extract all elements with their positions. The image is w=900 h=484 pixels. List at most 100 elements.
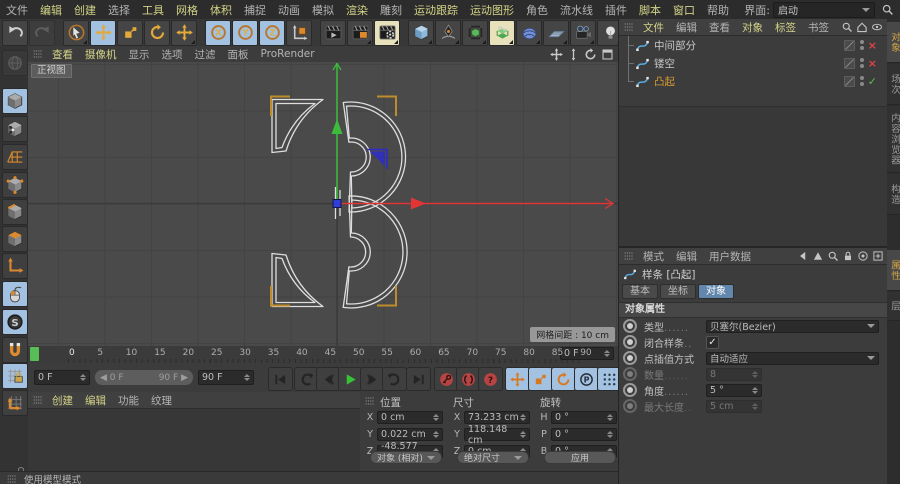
material-list-area[interactable] (28, 409, 360, 471)
animate-radio-icon[interactable] (623, 351, 637, 365)
spinner-arrows-icon[interactable] (520, 414, 526, 421)
animate-radio-icon[interactable] (623, 319, 637, 333)
add-generator-button[interactable] (462, 20, 488, 46)
menu-item-体积[interactable]: 体积 (204, 2, 238, 18)
timeline-ruler[interactable]: 0 F 051015202530354045505560657075808590 (28, 346, 618, 364)
material-menu-功能[interactable]: 功能 (112, 393, 145, 408)
menu-item-动画[interactable]: 动画 (272, 2, 306, 18)
lock-z-axis-button[interactable]: Z (259, 20, 285, 46)
add-box-icon[interactable] (872, 250, 884, 262)
home-icon[interactable] (856, 21, 868, 33)
panel-tab-属性[interactable]: 属性 (887, 250, 900, 291)
object-menu-对象[interactable]: 对象 (736, 20, 769, 35)
coords-field-位置-Y[interactable]: 0.022 cm (377, 428, 443, 441)
object-menu-标签[interactable]: 标签 (769, 20, 802, 35)
viewport-menu-过滤[interactable]: 过滤 (189, 47, 222, 62)
coords-mode-select-位置[interactable]: 对象 (相对) (370, 451, 442, 464)
add-environment-button[interactable] (543, 20, 569, 46)
panel-tab-内容浏览器[interactable]: 内容浏览器 (887, 106, 900, 173)
object-name[interactable]: 中间部分 (654, 38, 843, 53)
visibility-dots[interactable] (860, 58, 864, 68)
object-manager-empty-area[interactable] (619, 106, 887, 246)
interface-select[interactable]: 启动 (773, 2, 875, 18)
workplane-mode-button[interactable] (2, 144, 28, 170)
viewport-menu-面板[interactable]: 面板 (222, 47, 255, 62)
animate-radio-icon[interactable] (623, 399, 637, 413)
eye-icon[interactable] (871, 21, 883, 33)
spinner-arrows-icon[interactable] (752, 371, 758, 378)
object-menu-文件[interactable]: 文件 (637, 20, 670, 35)
object-menu-查看[interactable]: 查看 (703, 20, 736, 35)
add-modeling-object-button[interactable] (489, 20, 515, 46)
menu-item-运动图形[interactable]: 运动图形 (464, 2, 520, 18)
end-frame-field[interactable]: 90 F (198, 370, 254, 385)
object-row-中间部分[interactable]: 中间部分 × (619, 36, 887, 54)
attribute-menu-模式[interactable]: 模式 (637, 249, 670, 264)
undo-button[interactable] (2, 20, 28, 46)
menu-item-运动跟踪[interactable]: 运动跟踪 (408, 2, 464, 18)
menu-item-文件[interactable]: 文件 (0, 2, 34, 18)
search-icon[interactable] (841, 21, 853, 33)
timeline-cursor[interactable] (30, 347, 39, 361)
coords-field-旋转-H[interactable]: 0 ° (551, 411, 617, 424)
object-name[interactable]: 凸起 (654, 74, 843, 89)
menu-item-脚本[interactable]: 脚本 (633, 2, 667, 18)
lock-icon[interactable] (842, 250, 854, 262)
enable-snap-button[interactable] (2, 337, 28, 363)
slash-box-icon[interactable] (843, 75, 856, 88)
material-menu-创建[interactable]: 创建 (46, 393, 79, 408)
menu-item-编辑[interactable]: 编辑 (34, 2, 68, 18)
spinner-arrows-icon[interactable] (433, 431, 439, 438)
menu-item-雕刻[interactable]: 雕刻 (374, 2, 408, 18)
spinner-arrows-icon[interactable] (520, 431, 526, 438)
panel-tab-层[interactable]: 层 (887, 292, 900, 321)
goto-start-button[interactable] (268, 367, 293, 391)
add-primitive-button[interactable] (408, 20, 434, 46)
disabled-cross-icon[interactable]: × (868, 40, 877, 51)
attribute-spinner-最大长度[interactable]: 5 cm (706, 400, 762, 413)
spinner-arrows-icon[interactable] (752, 403, 758, 410)
workplane-tool-button[interactable] (2, 390, 28, 416)
spinner-arrows-icon[interactable] (244, 374, 250, 381)
workplane-snap-button[interactable] (2, 363, 28, 389)
coords-field-尺寸-Y[interactable]: 118.148 cm (464, 428, 530, 441)
coords-field-旋转-P[interactable]: 0 ° (551, 428, 617, 441)
object-name[interactable]: 镂空 (654, 56, 843, 71)
menu-item-工具[interactable]: 工具 (136, 2, 170, 18)
coords-field-尺寸-X[interactable]: 73.233 cm (464, 411, 530, 424)
render-region-button[interactable] (347, 20, 373, 46)
animate-radio-icon[interactable] (623, 367, 637, 381)
coords-mode-select-尺寸[interactable]: 绝对尺寸 (457, 451, 529, 464)
animate-radio-icon[interactable] (623, 335, 637, 349)
frame-range-slider[interactable]: ◀ 0 F 90 F ▶ (95, 370, 193, 385)
attribute-checkbox-闭合样条[interactable]: ✓ (706, 336, 719, 349)
pan-view-icon[interactable] (550, 48, 563, 61)
add-camera-button[interactable] (570, 20, 596, 46)
coords-field-位置-X[interactable]: 0 cm (377, 411, 443, 424)
scale-button[interactable] (117, 20, 143, 46)
move-button[interactable] (90, 20, 116, 46)
object-row-凸起[interactable]: 凸起✓ (619, 72, 887, 90)
panel-tab-对象[interactable]: 对象 (887, 22, 900, 63)
menu-item-窗口[interactable]: 窗口 (667, 2, 701, 18)
lock-y-axis-button[interactable]: Y (232, 20, 258, 46)
menu-item-帮助[interactable]: 帮助 (701, 2, 735, 18)
animate-radio-icon[interactable] (623, 383, 637, 397)
visibility-dots[interactable] (860, 76, 864, 86)
menu-item-创建[interactable]: 创建 (68, 2, 102, 18)
spinner-arrows-icon[interactable] (604, 350, 610, 357)
attribute-select-类型[interactable]: 贝塞尔(Bezier) (706, 320, 879, 333)
material-menu-编辑[interactable]: 编辑 (79, 393, 112, 408)
menu-item-角色[interactable]: 角色 (520, 2, 554, 18)
viewport-menu-显示[interactable]: 显示 (123, 47, 156, 62)
rotate-view-icon[interactable] (584, 48, 597, 61)
apply-button[interactable]: 应用 (544, 451, 616, 464)
spinner-arrows-icon[interactable] (607, 414, 613, 421)
viewport-canvas[interactable]: 正视图 网格间距 : 10 cm (28, 62, 618, 346)
visibility-dots[interactable] (860, 40, 864, 50)
panel-tab-构造[interactable]: 构造 (887, 174, 900, 215)
maximize-view-icon[interactable] (601, 48, 614, 61)
texture-mode-button[interactable] (2, 116, 28, 142)
search-icon[interactable] (827, 250, 839, 262)
menu-item-网格[interactable]: 网格 (170, 2, 204, 18)
